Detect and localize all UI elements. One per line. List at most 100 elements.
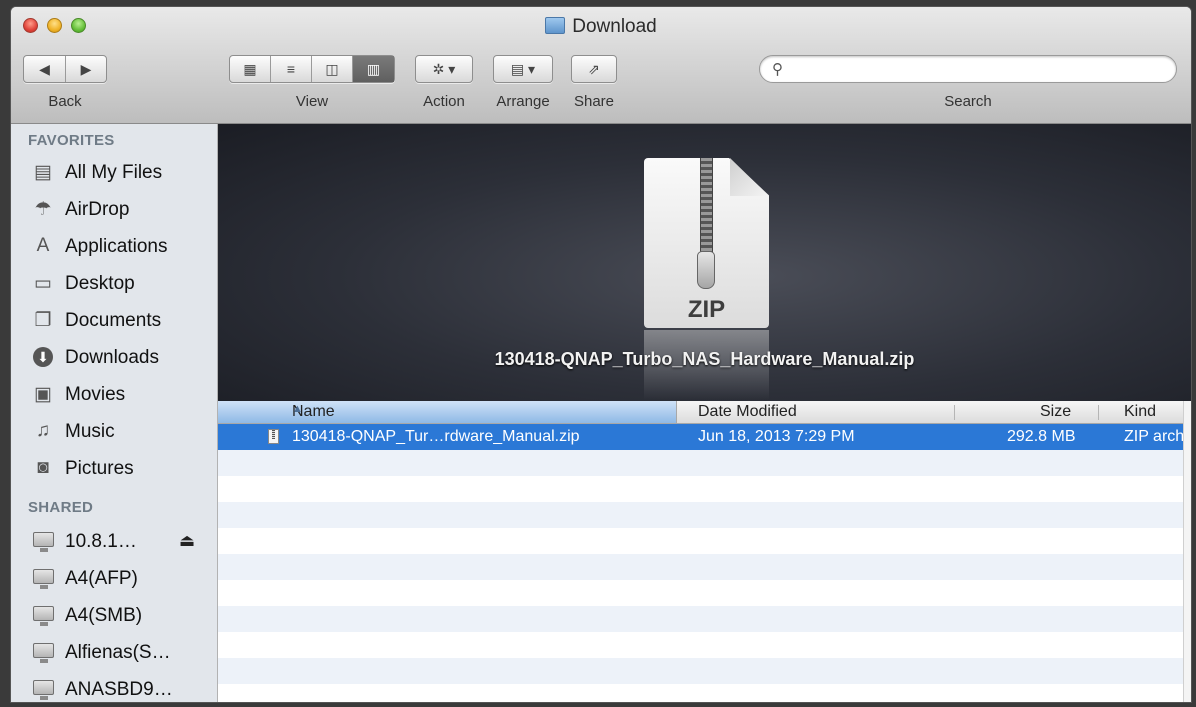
sidebar-item-music[interactable]: ♫ Music [11, 413, 217, 449]
network-computer-icon [31, 566, 55, 590]
coverflow-view-button[interactable]: ▥ [353, 56, 394, 82]
share-icon: ⇗ [588, 60, 600, 77]
zip-icon-label: ZIP [687, 296, 726, 323]
sidebar-item-all-my-files[interactable]: ▤ All My Files [11, 154, 217, 190]
column-header-size[interactable]: Size [1040, 403, 1071, 421]
airdrop-icon: ☂ [34, 198, 52, 220]
share-button[interactable]: ⇗ [571, 55, 617, 83]
sidebar-item-label: Movies [65, 384, 126, 405]
column-header-kind[interactable]: Kind [1124, 403, 1156, 421]
view-label: View [295, 93, 329, 110]
arrange-grid-icon: ▤ ▾ [510, 60, 536, 77]
arrange-button[interactable]: ▤ ▾ [493, 55, 553, 83]
icon-grid-icon: ▦ [243, 60, 257, 77]
sidebar-item-desktop[interactable]: ▭ Desktop [11, 265, 217, 301]
sidebar-item-downloads[interactable]: ⬇ Downloads [11, 339, 217, 375]
sidebar: FAVORITES ▤ All My Files ☂ AirDrop A App… [11, 124, 218, 702]
sidebar-item-label: A4(AFP) [65, 568, 138, 589]
sidebar-item-server-10-8-1[interactable]: 10.8.1… ⏏ [11, 523, 217, 559]
back-arrow-icon: ◀ [39, 60, 50, 77]
forward-button[interactable]: ▶ [66, 56, 106, 82]
music-icon: ♫ [35, 420, 51, 441]
sidebar-item-label: All My Files [65, 162, 163, 183]
back-forward-control: ◀ ▶ [23, 55, 107, 83]
sidebar-item-airdrop[interactable]: ☂ AirDrop [11, 191, 217, 227]
sidebar-item-a4-smb[interactable]: A4(SMB) [11, 597, 217, 633]
sidebar-item-label: 10.8.1… [65, 531, 137, 552]
sidebar-item-movies[interactable]: ▣ Movies [11, 376, 217, 412]
folder-icon [545, 17, 566, 34]
sidebar-item-label: Alfienas(S… [65, 642, 171, 663]
pictures-icon: ◙ [37, 457, 49, 478]
vertical-scrollbar[interactable] [1183, 401, 1191, 702]
coverflow-icon: ▥ [366, 60, 381, 77]
file-list: 130418-QNAP_Tur…rdware_Manual.zip Jun 18… [218, 424, 1191, 702]
shared-section-title: SHARED [28, 499, 94, 516]
sidebar-item-anasbd9[interactable]: ANASBD9… [11, 671, 217, 702]
column-divider[interactable] [954, 405, 955, 420]
sidebar-item-pictures[interactable]: ◙ Pictures [11, 450, 217, 486]
arrange-button-inner: ▤ ▾ [494, 56, 552, 82]
zipper-pull-icon [697, 251, 715, 289]
finder-window: Download ◀ ▶ Back ▦ ≡ ◫ ▥ View ✲ ▾ Actio… [10, 6, 1192, 703]
network-computer-icon [31, 640, 55, 664]
column-view-button[interactable]: ◫ [312, 56, 353, 82]
movies-icon: ▣ [34, 383, 52, 405]
sidebar-item-label: Applications [65, 236, 168, 257]
window-title: Download [11, 16, 1191, 38]
eject-icon[interactable]: ⏏ [179, 531, 195, 551]
window-title-text: Download [572, 16, 657, 37]
sidebar-item-label: Music [65, 421, 115, 442]
sort-ascending-icon: ▲ [292, 403, 303, 415]
sidebar-item-applications[interactable]: A Applications [11, 228, 217, 264]
zip-file-icon [268, 429, 279, 444]
downloads-icon: ⬇ [31, 345, 55, 369]
sidebar-item-label: A4(SMB) [65, 605, 143, 626]
applications-icon: A [36, 235, 50, 256]
row-name: 130418-QNAP_Tur…rdware_Manual.zip [292, 428, 580, 445]
row-kind: ZIP arch [1124, 428, 1185, 445]
view-control: ▦ ≡ ◫ ▥ [229, 55, 395, 83]
action-button-inner: ✲ ▾ [416, 56, 472, 82]
sidebar-item-label: ANASBD9… [65, 679, 173, 700]
sidebar-item-label: AirDrop [65, 199, 130, 220]
sidebar-item-label: Desktop [65, 273, 135, 294]
desktop-icon: ▭ [34, 272, 52, 294]
search-field[interactable]: ⚲ [759, 55, 1177, 83]
titlebar-toolbar: Download ◀ ▶ Back ▦ ≡ ◫ ▥ View ✲ ▾ Actio… [11, 7, 1191, 124]
columns-icon: ◫ [325, 60, 339, 77]
icon-view-button[interactable]: ▦ [230, 56, 271, 82]
column-header-name[interactable]: Name ▲ [218, 401, 677, 423]
favorites-section-title: FAVORITES [28, 132, 115, 149]
search-input[interactable] [794, 60, 1168, 80]
search-label: Search [944, 93, 992, 110]
back-button[interactable]: ◀ [24, 56, 66, 82]
all-my-files-icon: ▤ [34, 161, 52, 183]
network-computer-icon [31, 603, 55, 627]
network-computer-icon [31, 677, 55, 701]
column-divider[interactable] [1098, 405, 1099, 420]
sidebar-item-documents[interactable]: ❐ Documents [11, 302, 217, 338]
share-button-inner: ⇗ [572, 56, 616, 82]
sidebar-item-label: Pictures [65, 458, 134, 479]
sidebar-item-label: Documents [65, 310, 162, 331]
list-view-button[interactable]: ≡ [271, 56, 312, 82]
zipper-icon [700, 158, 713, 253]
preview-file-name: 130418-QNAP_Turbo_NAS_Hardware_Manual.zi… [494, 349, 915, 369]
sidebar-item-label: Downloads [65, 347, 159, 368]
gear-icon: ✲ ▾ [432, 60, 456, 77]
column-header-date[interactable]: Date Modified [698, 403, 797, 421]
share-label: Share [573, 93, 615, 110]
action-label: Action [423, 93, 465, 110]
sidebar-item-a4-afp[interactable]: A4(AFP) [11, 560, 217, 596]
row-date: Jun 18, 2013 7:29 PM [698, 428, 855, 445]
sidebar-item-alfienas[interactable]: Alfienas(S… [11, 634, 217, 670]
table-row[interactable]: 130418-QNAP_Tur…rdware_Manual.zip Jun 18… [218, 424, 1191, 450]
action-button[interactable]: ✲ ▾ [415, 55, 473, 83]
back-label: Back [48, 93, 82, 110]
list-header: Name ▲ Date Modified Size Kind [218, 401, 1191, 424]
forward-arrow-icon: ▶ [80, 60, 92, 77]
coverflow-preview[interactable]: ZIP 130418-QNAP_Turbo_NAS_Hardware_Manua… [218, 124, 1191, 401]
arrange-label: Arrange [496, 93, 550, 110]
search-icon: ⚲ [772, 61, 783, 78]
